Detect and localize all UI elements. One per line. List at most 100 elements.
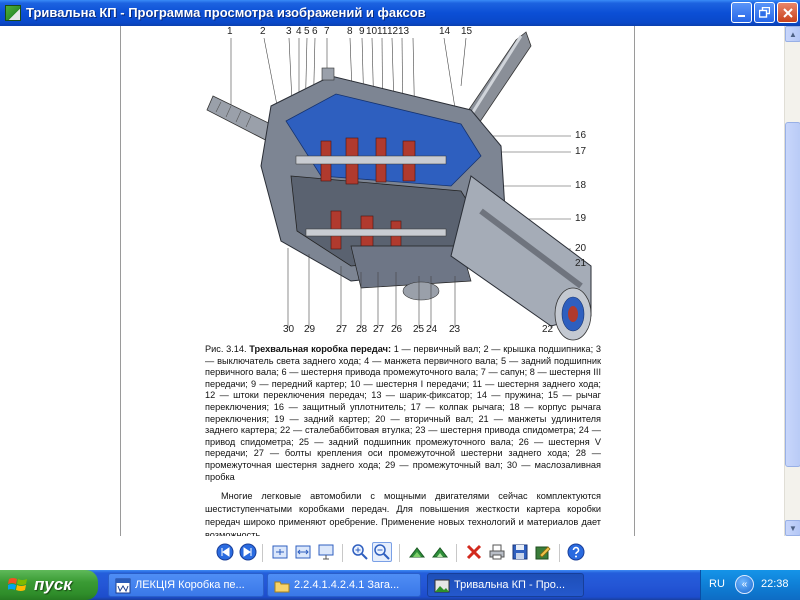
taskbar-item-folder[interactable]: 2.2.4.1.4.2.4.1 Зага... <box>267 573 421 597</box>
taskbar: пуск ЛЕКЦІЯ Коробка пе... 2.2.4.1.4.2.4.… <box>0 570 800 600</box>
close-button[interactable] <box>777 2 798 23</box>
scroll-down-button[interactable]: ▼ <box>785 520 800 536</box>
image-viewport[interactable]: 1 2 3 4 5 6 7 8 9 10 11 12 13 14 15 16 1… <box>0 26 784 536</box>
start-button[interactable]: пуск <box>0 570 98 600</box>
callout-number: 27 <box>336 324 348 335</box>
callout-number: 12 <box>387 26 399 37</box>
taskbar-item-label: ЛЕКЦІЯ Коробка пе... <box>135 579 245 591</box>
taskbar-item-image-viewer[interactable]: Тривальна КП - Про... <box>427 573 584 597</box>
caption-label: Рис. 3.14. <box>205 344 247 354</box>
actual-size-button[interactable] <box>293 542 313 562</box>
edit-button[interactable] <box>533 542 553 562</box>
zoom-out-icon <box>374 544 390 560</box>
minimize-icon <box>737 14 745 17</box>
callout-number: 13 <box>398 26 410 37</box>
window-title: Тривальна КП - Программа просмотра изобр… <box>26 5 426 20</box>
word-document-icon <box>115 578 131 594</box>
viewer-toolbar <box>0 536 800 570</box>
image-viewer-icon <box>434 579 450 593</box>
callout-number: 18 <box>575 180 587 191</box>
taskbar-item-label: Тривальна КП - Про... <box>454 579 565 591</box>
slideshow-icon <box>318 544 334 560</box>
callout-number: 15 <box>461 26 473 37</box>
callout-number: 17 <box>575 146 587 157</box>
callout-number: 26 <box>391 324 403 335</box>
next-image-icon <box>239 543 257 561</box>
callout-number: 25 <box>413 324 425 335</box>
taskbar-item-lecture[interactable]: ЛЕКЦІЯ Коробка пе... <box>108 573 264 597</box>
best-fit-button[interactable] <box>270 542 290 562</box>
scanned-page: 1 2 3 4 5 6 7 8 9 10 11 12 13 14 15 16 1… <box>120 26 635 536</box>
callout-number: 30 <box>283 324 295 335</box>
toolbar-separator <box>342 544 343 562</box>
callout-number: 1 <box>227 26 233 37</box>
callout-number: 16 <box>575 130 587 141</box>
callout-number: 19 <box>575 213 587 224</box>
print-icon <box>489 544 505 560</box>
title-bar[interactable]: Тривальна КП - Программа просмотра изобр… <box>0 0 800 26</box>
windows-logo-icon <box>8 578 27 591</box>
zoom-in-button[interactable] <box>350 542 370 562</box>
vertical-scrollbar[interactable]: ▲ ▼ <box>784 26 800 536</box>
figure-caption: Рис. 3.14. Трехвальная коробка передач: … <box>205 344 601 483</box>
callout-number: 11 <box>377 26 388 37</box>
system-tray: RU « 22:38 <box>700 570 800 600</box>
callout-number: 3 <box>286 26 292 37</box>
image-viewer-icon <box>5 5 21 21</box>
edit-icon <box>535 546 551 560</box>
help-button[interactable] <box>566 542 586 562</box>
rotate-clockwise-button[interactable] <box>407 542 427 562</box>
callout-number: 4 <box>296 26 302 37</box>
rotate-counterclockwise-icon <box>431 547 449 558</box>
previous-image-icon <box>216 543 234 561</box>
restore-button[interactable] <box>754 2 775 23</box>
callout-number: 14 <box>439 26 451 37</box>
toolbar-separator <box>559 544 560 562</box>
callout-number: 2 <box>260 26 266 37</box>
delete-icon <box>466 544 482 560</box>
caption-text: 1 — первичный вал; 2 — крышка подшипника… <box>205 344 601 482</box>
minimize-button[interactable] <box>731 2 752 23</box>
rotate-counterclockwise-button[interactable] <box>430 542 450 562</box>
show-hidden-icons-button[interactable]: « <box>735 575 754 594</box>
zoom-in-icon <box>352 544 368 560</box>
scroll-up-button[interactable]: ▲ <box>785 26 800 42</box>
callout-number: 28 <box>356 324 368 335</box>
gearbox-illustration <box>206 31 592 341</box>
zoom-out-button[interactable] <box>372 542 392 562</box>
rotate-clockwise-icon <box>408 547 426 558</box>
callout-number: 6 <box>312 26 318 37</box>
scrollbar-thumb[interactable] <box>785 122 800 467</box>
start-label: пуск <box>34 575 72 594</box>
slideshow-button[interactable] <box>316 542 336 562</box>
callout-number: 22 <box>542 324 554 335</box>
callout-number: 24 <box>426 324 438 335</box>
callout-number: 20 <box>575 243 587 254</box>
restore-icon <box>759 7 770 18</box>
close-icon <box>782 7 793 18</box>
next-image-button[interactable] <box>238 542 258 562</box>
callout-number: 27 <box>373 324 385 335</box>
callout-number: 8 <box>347 26 353 37</box>
language-indicator[interactable]: RU <box>709 578 725 590</box>
previous-image-button[interactable] <box>215 542 235 562</box>
best-fit-icon <box>272 545 288 559</box>
body-paragraph: Многие легковые автомобили с мощными дви… <box>205 491 601 536</box>
callout-number: 9 <box>359 26 365 37</box>
arrow-down-icon: ▼ <box>789 523 797 533</box>
callout-number: 21 <box>575 258 587 269</box>
chevron-left-icon: « <box>741 579 748 590</box>
callout-number: 23 <box>449 324 461 335</box>
callout-number: 7 <box>324 26 330 37</box>
callout-number: 29 <box>304 324 316 335</box>
callout-number: 10 <box>366 26 378 37</box>
delete-button[interactable] <box>464 542 484 562</box>
save-button[interactable] <box>510 542 530 562</box>
folder-icon <box>274 581 290 593</box>
clock: 22:38 <box>761 578 789 590</box>
toolbar-separator <box>399 544 400 562</box>
save-icon <box>512 544 528 560</box>
arrow-up-icon: ▲ <box>789 29 797 39</box>
callout-number: 5 <box>304 26 310 37</box>
print-button[interactable] <box>487 542 507 562</box>
